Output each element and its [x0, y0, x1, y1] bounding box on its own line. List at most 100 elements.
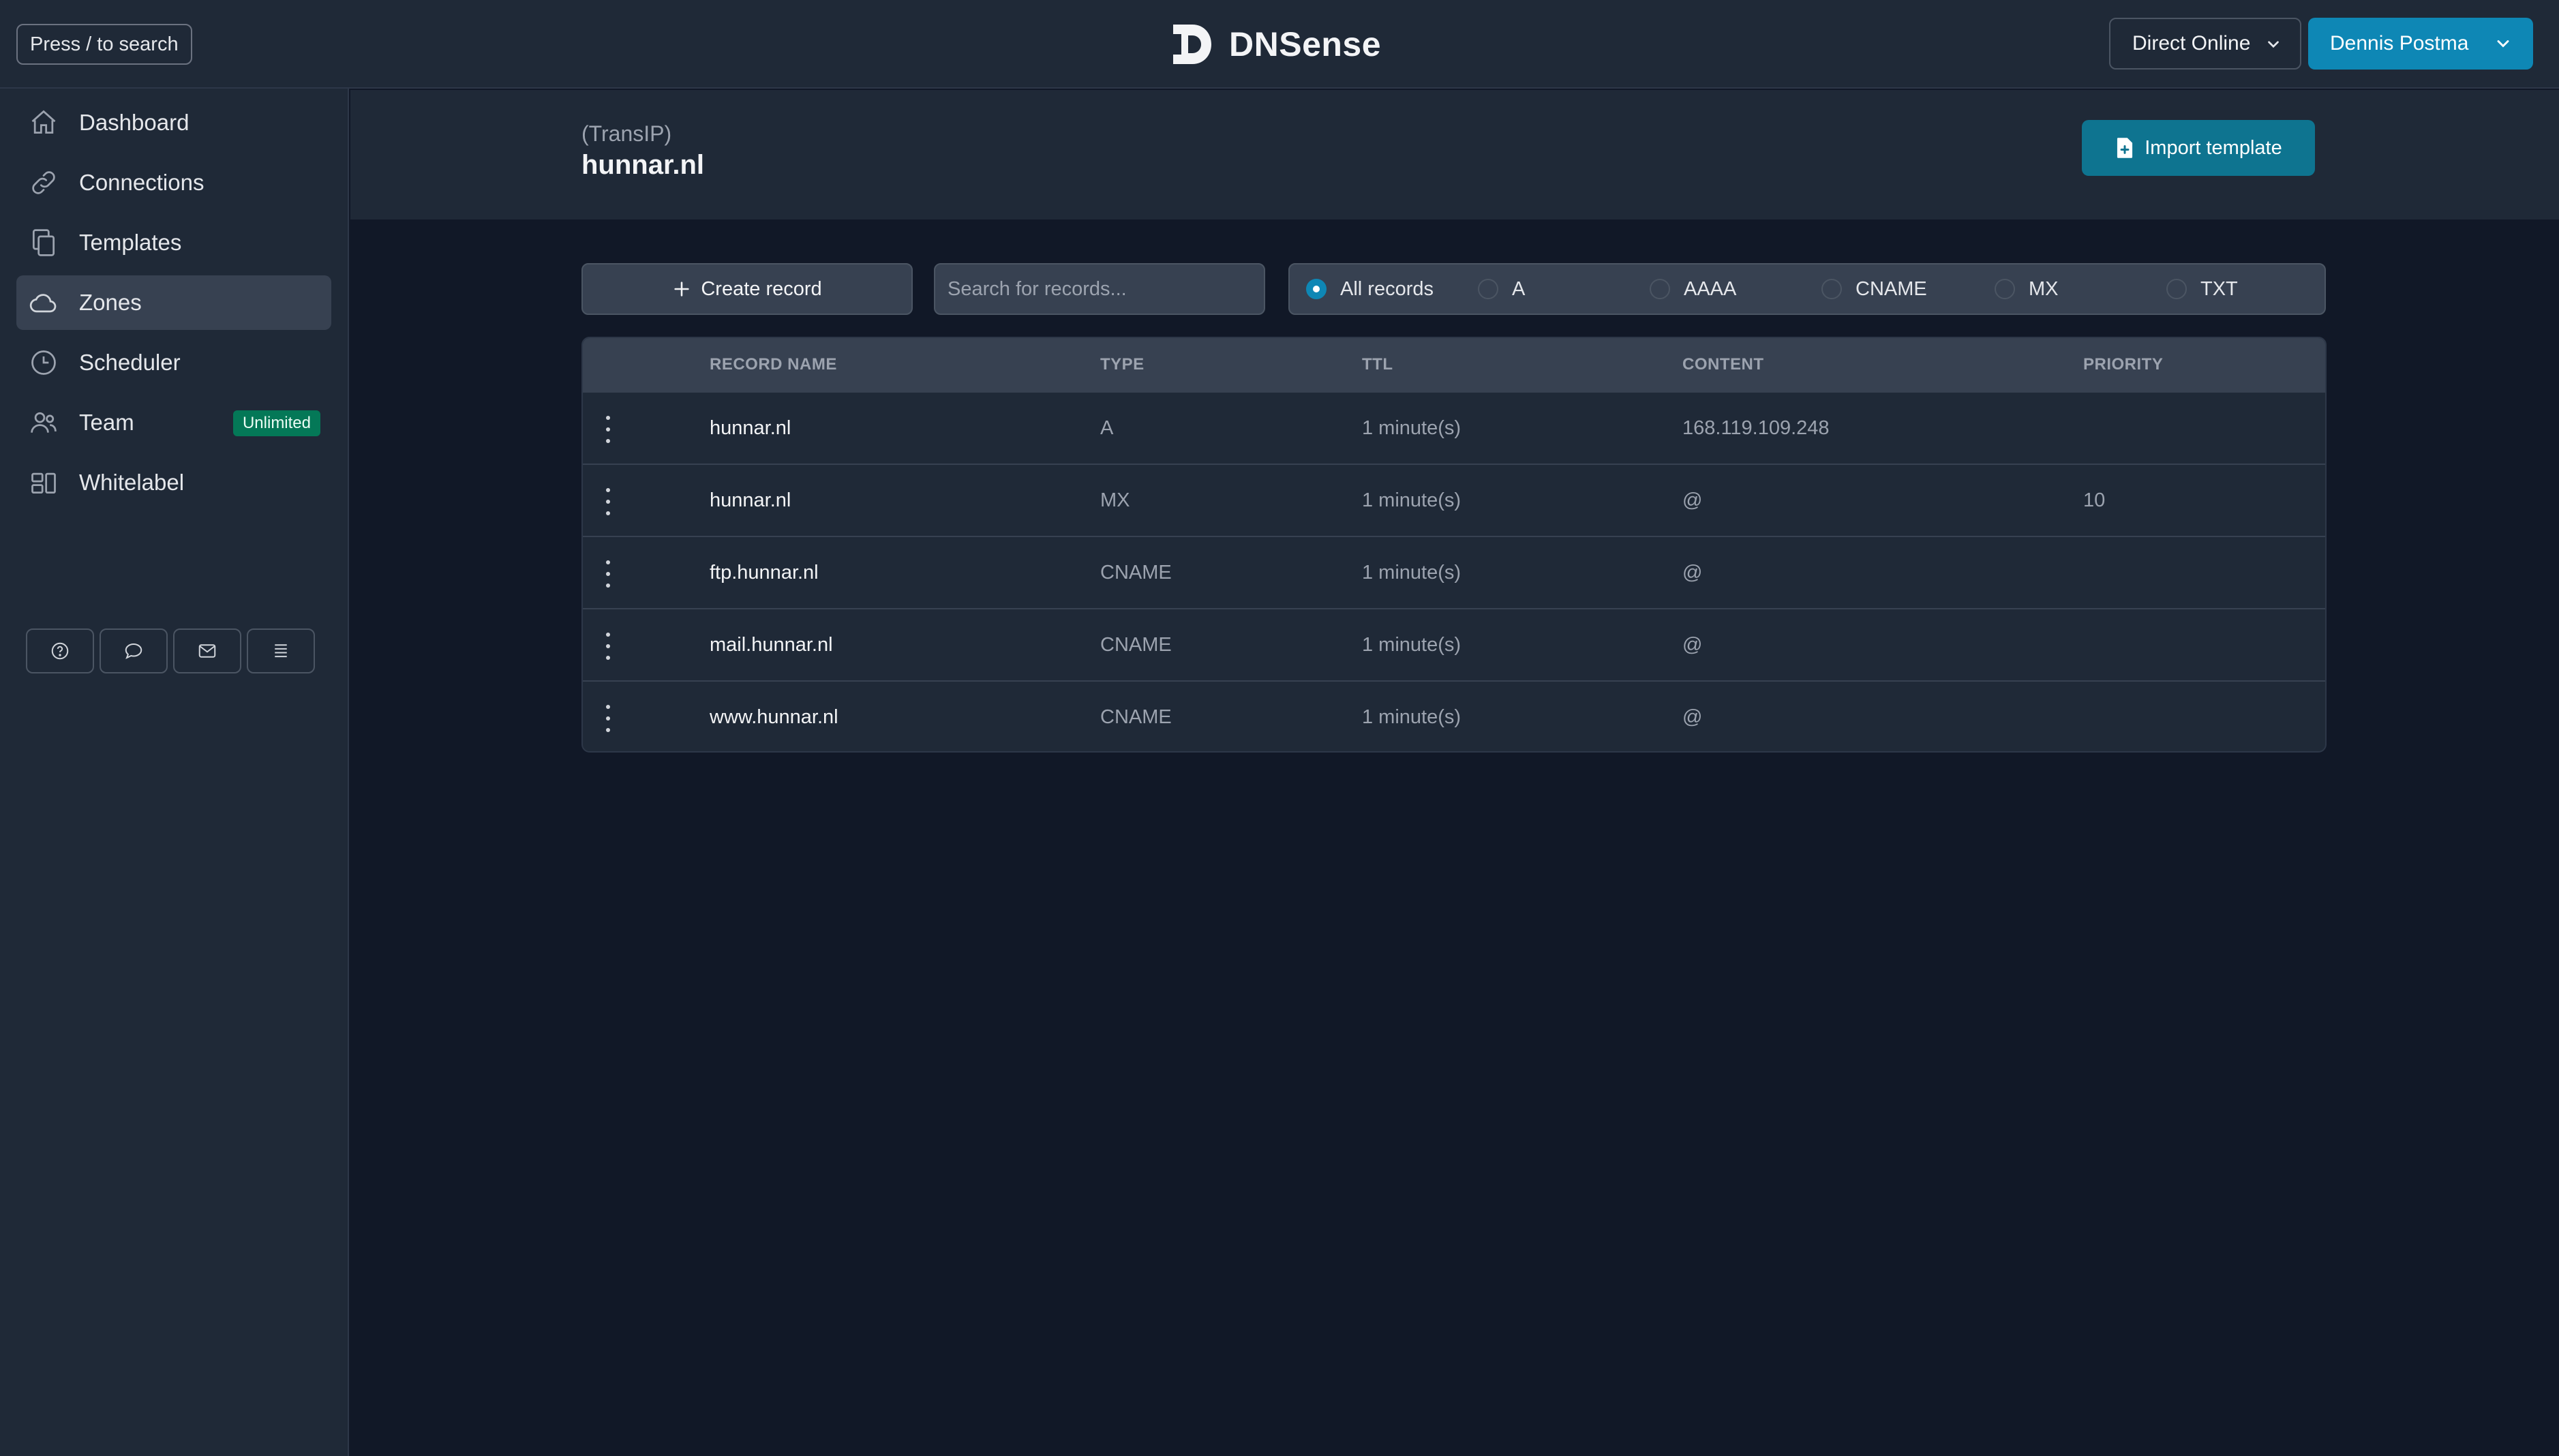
row-actions-menu-icon[interactable]	[598, 560, 618, 588]
radio-selected-icon	[1306, 279, 1327, 299]
row-actions-menu-icon[interactable]	[598, 416, 618, 443]
plan-badge: Unlimited	[232, 410, 320, 436]
table-row[interactable]: hunnar.nl MX 1 minute(s) @ 10	[583, 464, 2325, 536]
plus-icon	[674, 282, 689, 297]
table-row[interactable]: hunnar.nl A 1 minute(s) 168.119.109.248	[583, 391, 2325, 464]
sidebar-item-zones[interactable]: Zones	[16, 275, 331, 330]
column-header-content: CONTENT	[1682, 355, 1764, 374]
zone-provider: (TransIP)	[581, 121, 672, 146]
filter-txt[interactable]: TXT	[2166, 264, 2238, 314]
record-ttl: 1 minute(s)	[1362, 562, 1462, 583]
filter-a[interactable]: A	[1478, 264, 1525, 314]
record-name: hunnar.nl	[710, 417, 791, 439]
sidebar-item-dashboard[interactable]: Dashboard	[16, 95, 331, 150]
email-button[interactable]	[173, 628, 241, 673]
home-icon	[31, 110, 56, 134]
changelog-button[interactable]	[247, 628, 315, 673]
table-header: RECORD NAME TYPE TTL CONTENT PRIORITY	[583, 338, 2325, 391]
help-button[interactable]	[26, 628, 94, 673]
import-template-label: Import template	[2145, 136, 2282, 159]
filter-label: TXT	[2200, 277, 2238, 300]
top-bar: Press / to search DNSense Direct Online …	[0, 0, 2559, 89]
filter-aaaa[interactable]: AAAA	[1650, 264, 1736, 314]
sidebar-item-connections[interactable]: Connections	[16, 155, 331, 210]
sidebar-item-team[interactable]: Team Unlimited	[16, 395, 331, 450]
record-type-filter: All records A AAAA CNAME MX TXT	[1288, 263, 2326, 315]
sidebar-item-label: Dashboard	[79, 110, 190, 135]
record-name: mail.hunnar.nl	[710, 634, 833, 656]
row-actions-menu-icon[interactable]	[598, 705, 618, 732]
radio-icon	[1821, 279, 1842, 299]
layout-icon	[31, 472, 56, 494]
record-name: www.hunnar.nl	[710, 706, 838, 728]
record-type: CNAME	[1100, 706, 1172, 728]
mail-icon	[198, 644, 216, 658]
column-header-ttl: TTL	[1362, 355, 1393, 374]
column-header-record-name: RECORD NAME	[710, 355, 837, 374]
record-type: CNAME	[1100, 634, 1172, 656]
record-content: @	[1682, 562, 1703, 583]
sidebar-item-label: Zones	[79, 290, 142, 315]
filter-mx[interactable]: MX	[1995, 264, 2059, 314]
record-ttl: 1 minute(s)	[1362, 417, 1462, 439]
column-header-priority: PRIORITY	[2083, 355, 2164, 374]
zone-header: (TransIP) hunnar.nl Import template	[350, 90, 2559, 219]
record-content: @	[1682, 634, 1703, 656]
record-name: ftp.hunnar.nl	[710, 562, 819, 583]
filter-label: A	[1512, 277, 1526, 300]
list-icon	[275, 644, 287, 658]
create-record-label: Create record	[701, 277, 822, 300]
sidebar: Dashboard Connections Templates Zones Sc…	[0, 89, 349, 1456]
chat-button[interactable]	[100, 628, 168, 673]
help-circle-icon	[51, 642, 69, 660]
sidebar-item-label: Whitelabel	[79, 470, 185, 495]
link-icon	[32, 171, 55, 194]
sidebar-item-label: Connections	[79, 170, 205, 195]
create-record-button[interactable]: Create record	[581, 263, 913, 315]
row-actions-menu-icon[interactable]	[598, 633, 618, 660]
user-name: Dennis Postma	[2330, 32, 2469, 55]
filter-label: All records	[1340, 277, 1434, 300]
column-header-type: TYPE	[1100, 355, 1145, 374]
chevron-down-icon	[2497, 40, 2509, 48]
record-search-input[interactable]	[934, 263, 1265, 315]
record-type: CNAME	[1100, 562, 1172, 583]
sidebar-item-whitelabel[interactable]: Whitelabel	[16, 455, 331, 510]
import-template-button[interactable]: Import template	[2082, 120, 2315, 176]
page-title: hunnar.nl	[581, 150, 704, 180]
record-type: MX	[1100, 489, 1130, 511]
cloud-icon	[29, 294, 57, 313]
sidebar-item-scheduler[interactable]: Scheduler	[16, 335, 331, 390]
filter-cname[interactable]: CNAME	[1821, 264, 1927, 314]
record-priority: 10	[2083, 489, 2106, 511]
record-type: A	[1100, 417, 1114, 439]
sidebar-item-templates[interactable]: Templates	[16, 215, 331, 270]
filter-label: MX	[2029, 277, 2059, 300]
table-row[interactable]: ftp.hunnar.nl CNAME 1 minute(s) @	[583, 536, 2325, 608]
table-row[interactable]: www.hunnar.nl CNAME 1 minute(s) @	[583, 680, 2325, 751]
organization-select[interactable]: Direct Online	[2109, 18, 2301, 70]
sidebar-item-label: Team	[79, 410, 134, 435]
user-menu-button[interactable]: Dennis Postma	[2308, 18, 2533, 70]
filter-all-records[interactable]: All records	[1306, 264, 1434, 314]
records-table: RECORD NAME TYPE TTL CONTENT PRIORITY hu…	[581, 337, 2327, 753]
chat-bubble-icon	[125, 643, 142, 659]
brand-logo[interactable]: DNSense	[1169, 19, 1381, 70]
radio-icon	[1995, 279, 2015, 299]
filter-label: CNAME	[1856, 277, 1927, 300]
search-shortcut-button[interactable]: Press / to search	[16, 24, 192, 65]
organization-select-label: Direct Online	[2132, 32, 2251, 55]
sidebar-item-label: Scheduler	[79, 350, 181, 375]
filter-label: AAAA	[1684, 277, 1737, 300]
dnsense-logo-icon	[1173, 25, 1211, 64]
record-ttl: 1 minute(s)	[1362, 706, 1462, 728]
sidebar-item-label: Templates	[79, 230, 182, 255]
clock-icon	[31, 350, 56, 375]
row-actions-menu-icon[interactable]	[598, 488, 618, 515]
record-content: 168.119.109.248	[1682, 417, 1830, 439]
radio-icon	[2166, 279, 2187, 299]
table-row[interactable]: mail.hunnar.nl CNAME 1 minute(s) @	[583, 608, 2325, 680]
users-icon	[31, 412, 57, 433]
radio-icon	[1478, 279, 1498, 299]
chevron-down-icon	[2268, 41, 2279, 48]
